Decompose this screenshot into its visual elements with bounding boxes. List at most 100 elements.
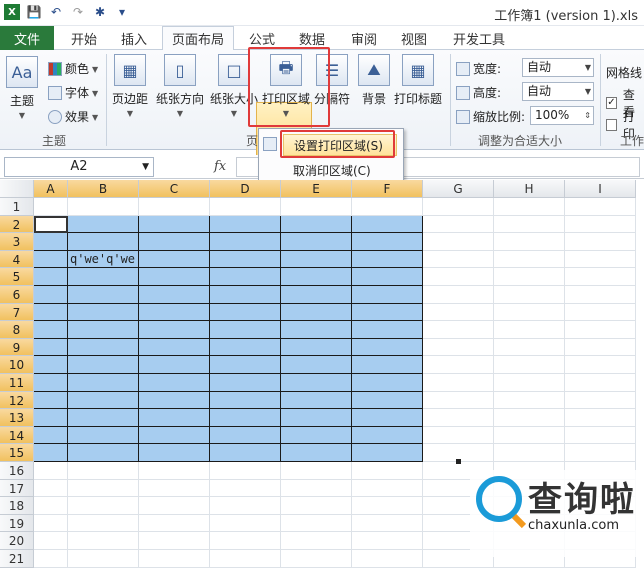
cell-A1[interactable] <box>34 198 68 216</box>
cell-I9[interactable] <box>565 338 636 357</box>
cell-A21[interactable] <box>34 550 68 568</box>
cell-D15[interactable] <box>210 444 281 462</box>
column-header-E[interactable]: E <box>281 180 352 198</box>
scale-spinner[interactable]: 100% ⇕ <box>530 106 594 125</box>
cell-B13[interactable] <box>68 409 139 427</box>
cell-I2[interactable] <box>565 215 636 234</box>
height-dropdown[interactable]: 自动 ▼ <box>522 82 594 101</box>
cell-E2[interactable] <box>281 215 352 234</box>
cell-G11[interactable] <box>423 374 494 392</box>
cell-D9[interactable] <box>210 338 281 357</box>
cell-E8[interactable] <box>281 321 352 339</box>
tab-page-layout[interactable]: 页面布局 <box>162 26 234 51</box>
select-all-corner[interactable] <box>0 180 34 198</box>
cell-F3[interactable] <box>352 233 423 251</box>
row-header-11[interactable]: 11 <box>0 374 34 392</box>
cell-A5[interactable] <box>34 268 68 286</box>
cell-F18[interactable] <box>352 497 423 515</box>
cell-E9[interactable] <box>281 338 352 357</box>
tab-home[interactable]: 开始 <box>62 26 106 50</box>
cell-A14[interactable] <box>34 426 68 445</box>
effects-button[interactable]: 效果 ▼ <box>48 108 98 125</box>
cell-G3[interactable] <box>423 233 494 251</box>
cell-F7[interactable] <box>352 303 423 322</box>
cell-A13[interactable] <box>34 409 68 427</box>
cell-G1[interactable] <box>423 198 494 216</box>
cell-E13[interactable] <box>281 409 352 427</box>
cell-C6[interactable] <box>139 286 210 304</box>
cell-D13[interactable] <box>210 409 281 427</box>
margins-button[interactable]: ▦ 页边距 ▼ <box>112 54 148 118</box>
cell-B12[interactable] <box>68 391 139 410</box>
cell-A9[interactable] <box>34 338 68 357</box>
cell-C9[interactable] <box>139 338 210 357</box>
cell-F13[interactable] <box>352 409 423 427</box>
cell-F21[interactable] <box>352 550 423 568</box>
cell-B8[interactable] <box>68 321 139 339</box>
cell-A12[interactable] <box>34 391 68 410</box>
cell-I12[interactable] <box>565 391 636 410</box>
row-header-13[interactable]: 13 <box>0 409 34 427</box>
cell-A10[interactable] <box>34 356 68 374</box>
cell-E19[interactable] <box>281 514 352 533</box>
redo-icon[interactable]: ↷ <box>70 4 86 20</box>
column-header-D[interactable]: D <box>210 180 281 198</box>
column-header-B[interactable]: B <box>68 180 139 198</box>
cell-A7[interactable] <box>34 303 68 322</box>
chevron-down-icon[interactable]: ▼ <box>142 158 149 176</box>
cell-C16[interactable] <box>139 462 210 480</box>
cell-F6[interactable] <box>352 286 423 304</box>
cell-C19[interactable] <box>139 514 210 533</box>
cell-H14[interactable] <box>494 426 565 445</box>
cell-H11[interactable] <box>494 374 565 392</box>
cell-G10[interactable] <box>423 356 494 374</box>
cell-B15[interactable] <box>68 444 139 462</box>
cell-E18[interactable] <box>281 497 352 515</box>
cell-C10[interactable] <box>139 356 210 374</box>
cell-D17[interactable] <box>210 479 281 498</box>
tab-file[interactable]: 文件 <box>0 26 54 50</box>
row-header-1[interactable]: 1 <box>0 198 34 216</box>
cell-E12[interactable] <box>281 391 352 410</box>
cell-D16[interactable] <box>210 462 281 480</box>
cell-E17[interactable] <box>281 479 352 498</box>
cell-D2[interactable] <box>210 215 281 234</box>
cell-H5[interactable] <box>494 268 565 286</box>
row-header-5[interactable]: 5 <box>0 268 34 286</box>
cell-I15[interactable] <box>565 444 636 462</box>
cell-D4[interactable] <box>210 250 281 269</box>
cell-C12[interactable] <box>139 391 210 410</box>
row-header-14[interactable]: 14 <box>0 426 34 445</box>
cell-F5[interactable] <box>352 268 423 286</box>
cell-A19[interactable] <box>34 514 68 533</box>
print-titles-button[interactable]: ▦ 打印标题 <box>394 54 442 107</box>
cell-D12[interactable] <box>210 391 281 410</box>
cell-C11[interactable] <box>139 374 210 392</box>
cell-C5[interactable] <box>139 268 210 286</box>
cell-D3[interactable] <box>210 233 281 251</box>
cell-D8[interactable] <box>210 321 281 339</box>
cell-E4[interactable] <box>281 250 352 269</box>
cell-G9[interactable] <box>423 338 494 357</box>
tab-insert[interactable]: 插入 <box>112 26 156 50</box>
tab-developer[interactable]: 开发工具 <box>444 26 514 50</box>
cell-H8[interactable] <box>494 321 565 339</box>
cell-G14[interactable] <box>423 426 494 445</box>
cell-C21[interactable] <box>139 550 210 568</box>
cell-B18[interactable] <box>68 497 139 515</box>
cell-D21[interactable] <box>210 550 281 568</box>
cell-I1[interactable] <box>565 198 636 216</box>
clear-print-area-item[interactable]: 取消印区域(C) <box>283 159 397 181</box>
cell-D7[interactable] <box>210 303 281 322</box>
cell-H10[interactable] <box>494 356 565 374</box>
cell-F20[interactable] <box>352 532 423 550</box>
cell-C17[interactable] <box>139 479 210 498</box>
cell-A17[interactable] <box>34 479 68 498</box>
cell-E7[interactable] <box>281 303 352 322</box>
cell-A11[interactable] <box>34 374 68 392</box>
tab-view[interactable]: 视图 <box>392 26 436 50</box>
colors-button[interactable]: 颜色 ▼ <box>48 60 98 77</box>
row-header-2[interactable]: 2 <box>0 215 34 234</box>
row-header-8[interactable]: 8 <box>0 321 34 339</box>
cell-H3[interactable] <box>494 233 565 251</box>
